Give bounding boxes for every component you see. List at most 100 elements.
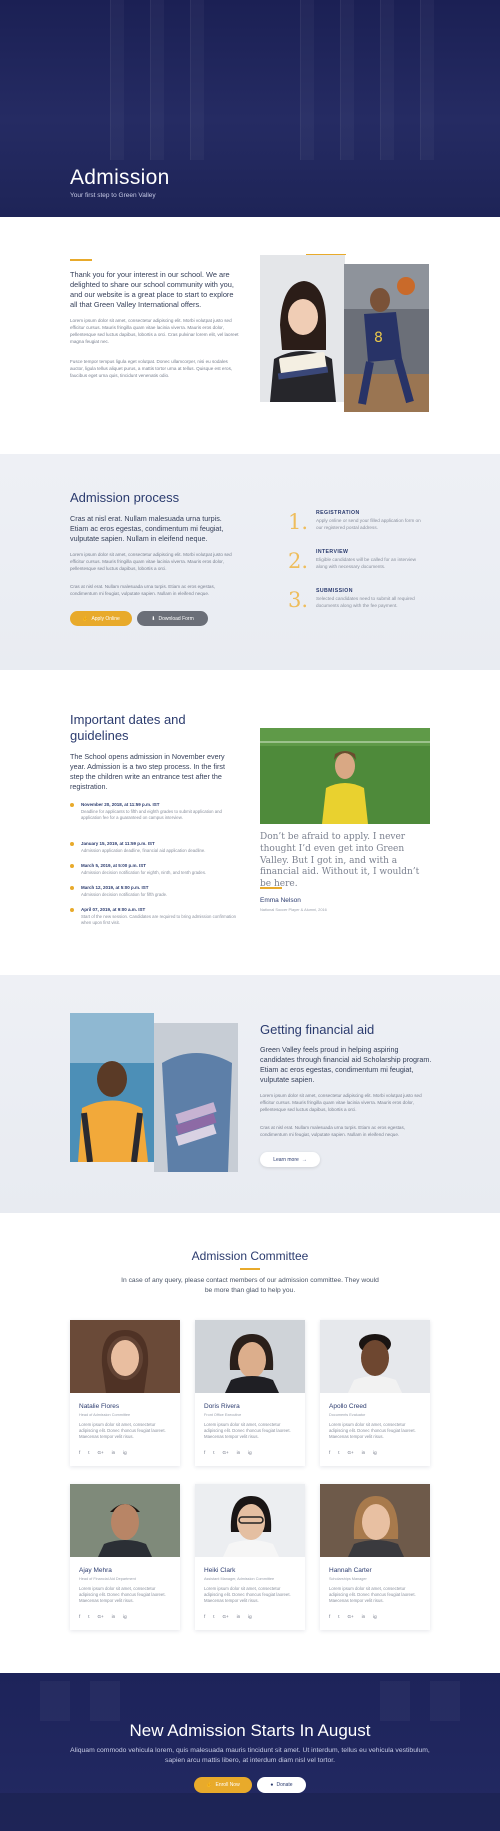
important-dates-section: Important dates and guidelines The Schoo… (0, 670, 500, 975)
twitter-icon[interactable]: t (213, 1614, 214, 1619)
member-photo (195, 1484, 305, 1557)
instagram-icon[interactable]: ig (248, 1450, 252, 1455)
member-card: Apollo Creed Documents Evaluator Lorem i… (320, 1320, 430, 1466)
google-plus-icon[interactable]: G+ (348, 1450, 354, 1455)
member-bio: Lorem ipsum dolor sit amet, consectetur … (204, 1586, 291, 1604)
linkedin-icon[interactable]: in (237, 1614, 241, 1619)
instagram-icon[interactable]: ig (123, 1614, 127, 1619)
intro-paragraph: Lorem ipsum dolor sit amet, consectetur … (70, 318, 239, 344)
donate-button[interactable]: ● Donate (257, 1777, 306, 1793)
instagram-icon[interactable]: ig (373, 1614, 377, 1619)
linkedin-icon[interactable]: in (362, 1450, 366, 1455)
step-title: SUBMISSION (316, 588, 353, 594)
step-description: Eligible candidates will be called for a… (316, 557, 417, 569)
social-links: f t G+ in ig (79, 1614, 127, 1619)
page-title: Admission (70, 166, 170, 189)
bullet-dot (70, 842, 74, 846)
process-paragraph: Lorem ipsum dolor sit amet, consectetur … (70, 552, 232, 571)
basketball-player-photo: 8 (344, 264, 429, 412)
admission-committee-section: Admission Committee In case of any query… (0, 1213, 500, 1673)
twitter-icon[interactable]: t (88, 1450, 89, 1455)
social-links: f t G+ in ig (204, 1450, 252, 1455)
instagram-icon[interactable]: ig (373, 1450, 377, 1455)
step-description: Selected candidates need to submit all r… (316, 596, 415, 608)
instagram-icon[interactable]: ig (248, 1614, 252, 1619)
testimonial-role: National Soccer Player & Alumni, 2016 (260, 907, 327, 912)
google-plus-icon[interactable]: G+ (98, 1450, 104, 1455)
background-window (380, 0, 394, 160)
member-role: Scholarships Manager (329, 1577, 367, 1581)
date-item-date: March 5, 2019, at 5:00 p.m. IST (81, 863, 147, 868)
background-window (110, 0, 124, 160)
download-form-button[interactable]: ⬇ Download Form (137, 611, 208, 626)
enroll-now-button[interactable]: ☝ Enroll Now (194, 1777, 252, 1793)
hand-icon: ☝ (206, 1782, 213, 1788)
testimonial-name: Emma Nelson (260, 897, 301, 904)
donate-icon: ● (270, 1782, 274, 1788)
apply-online-button[interactable]: ☝ Apply Online (70, 611, 132, 626)
photo-accent-line (306, 254, 346, 255)
learn-more-button[interactable]: Learn more → (260, 1152, 320, 1167)
linkedin-icon[interactable]: in (362, 1614, 366, 1619)
member-name: Ajay Mehra (79, 1567, 112, 1574)
facebook-icon[interactable]: f (204, 1614, 205, 1619)
intro-section: Thank you for your interest in our schoo… (0, 217, 500, 454)
member-role: Head of Admission Committee (79, 1413, 131, 1417)
google-plus-icon[interactable]: G+ (98, 1614, 104, 1619)
facebook-icon[interactable]: f (79, 1614, 80, 1619)
google-plus-icon[interactable]: G+ (223, 1614, 229, 1619)
member-bio: Lorem ipsum dolor sit amet, consectetur … (329, 1422, 416, 1440)
member-card: Doris Rivera Front Office Executive Lore… (195, 1320, 305, 1466)
intro-lead: Thank you for your interest in our schoo… (70, 270, 234, 309)
linkedin-icon[interactable]: in (237, 1450, 241, 1455)
background-window (150, 0, 164, 160)
cta-banner: New Admission Starts In August Aliquam c… (0, 1673, 500, 1831)
twitter-icon[interactable]: t (213, 1450, 214, 1455)
arrow-right-icon: → (301, 1156, 307, 1163)
member-card: Hannah Carter Scholarships Manager Lorem… (320, 1484, 430, 1630)
member-name: Apollo Creed (329, 1403, 367, 1410)
date-item-date: November 20, 2018, at 11:59 p.m. IST (81, 802, 160, 807)
instagram-icon[interactable]: ig (123, 1450, 127, 1455)
member-name: Heiki Clark (204, 1567, 236, 1574)
twitter-icon[interactable]: t (88, 1614, 89, 1619)
member-photo (320, 1320, 430, 1393)
dates-lead: The School opens admission in November e… (70, 752, 225, 791)
google-plus-icon[interactable]: G+ (223, 1450, 229, 1455)
bullet-dot (70, 864, 74, 868)
member-card: Heiki Clark Assistant Manager, Admission… (195, 1484, 305, 1630)
committee-lead: In case of any query, please contact mem… (121, 1277, 379, 1294)
facebook-icon[interactable]: f (329, 1450, 330, 1455)
linkedin-icon[interactable]: in (112, 1614, 116, 1619)
student-backpack-photo (70, 1013, 154, 1162)
bullet-dot (70, 803, 74, 807)
aid-paragraph: Cras at nisl erat. Nullam malesuada urna… (260, 1125, 406, 1137)
facebook-icon[interactable]: f (329, 1614, 330, 1619)
google-plus-icon[interactable]: G+ (348, 1614, 354, 1619)
aid-paragraph: Lorem ipsum dolor sit amet, consectetur … (260, 1093, 422, 1112)
student-books-photo (154, 1023, 238, 1172)
page-subtitle: Your first step to Green Valley (70, 192, 156, 199)
twitter-icon[interactable]: t (338, 1450, 339, 1455)
member-card: Ajay Mehra Head of Financial Aid Departm… (70, 1484, 180, 1630)
member-name: Hannah Carter (329, 1567, 372, 1574)
hand-icon: ☝ (82, 615, 89, 622)
step-number: 1. (288, 510, 309, 534)
social-links: f t G+ in ig (204, 1614, 252, 1619)
step-number: 2. (288, 549, 309, 573)
facebook-icon[interactable]: f (204, 1450, 205, 1455)
twitter-icon[interactable]: t (338, 1614, 339, 1619)
social-links: f t G+ in ig (329, 1614, 377, 1619)
member-bio: Lorem ipsum dolor sit amet, consectetur … (79, 1422, 166, 1440)
bullet-dot (70, 908, 74, 912)
bullet-dot (70, 886, 74, 890)
linkedin-icon[interactable]: in (112, 1450, 116, 1455)
facebook-icon[interactable]: f (79, 1450, 80, 1455)
date-item-date: January 15, 2019, at 11:59 p.m. IST (81, 841, 155, 846)
step-number: 3. (288, 588, 309, 612)
process-paragraph: Cras at nisl erat. Nullam malesuada urna… (70, 584, 216, 596)
date-item-desc: Admission application deadline, financia… (81, 848, 206, 853)
hero-banner: Admission Your first step to Green Valle… (0, 0, 500, 217)
member-bio: Lorem ipsum dolor sit amet, consectetur … (79, 1586, 166, 1604)
member-photo (195, 1320, 305, 1393)
